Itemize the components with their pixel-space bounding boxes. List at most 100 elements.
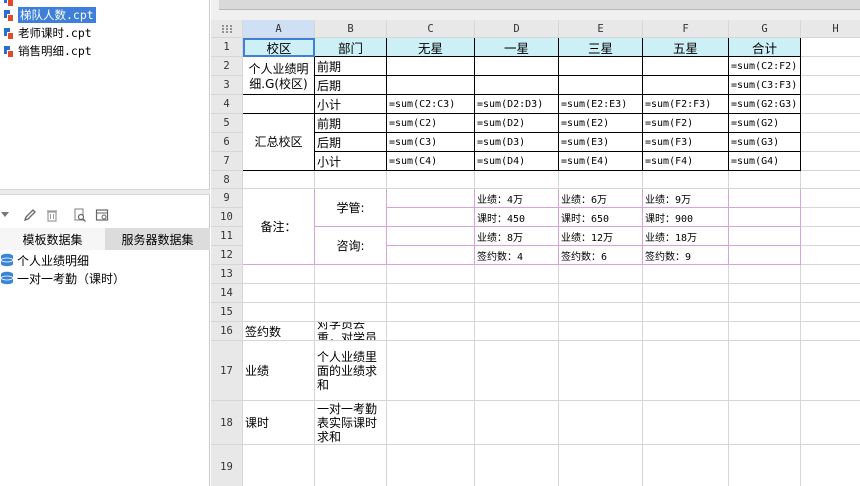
cell-g10[interactable] [729,208,801,227]
cell-h2[interactable] [801,57,860,76]
row-header-4[interactable]: 4 [211,95,243,114]
cell-f12[interactable]: 签约数：9 [643,246,729,265]
preview-search-icon[interactable] [72,207,88,223]
cell-h15[interactable] [801,303,860,322]
column-header-f[interactable]: F [643,20,729,38]
cell-b8[interactable] [315,171,387,189]
column-header-h[interactable]: H [801,20,860,38]
cell-b15[interactable] [315,303,387,322]
cell-c18[interactable] [387,401,475,445]
cell-g3[interactable]: =sum(C3:F3) [729,76,801,95]
cell-e16[interactable] [559,322,643,341]
file-item-xiaoshou[interactable]: 销售明细.cpt [4,43,92,59]
dropdown-arrow-icon[interactable] [0,207,10,223]
cell-e15[interactable] [559,303,643,322]
cell-c17[interactable] [387,341,475,401]
cell-c9[interactable] [387,189,475,208]
cell-a16[interactable]: 签约数 [243,322,315,341]
cell-f8[interactable] [643,171,729,189]
cell-b6[interactable]: 后期 [315,133,387,152]
cell-d5[interactable]: =sum(D2) [475,114,559,133]
cell-h11[interactable] [801,227,860,246]
cell-f14[interactable] [643,284,729,303]
cell-c3[interactable] [387,76,475,95]
cell-b16[interactable]: 个人业绩表对学员去重，对学员统计个数 [315,322,387,341]
cell-f2[interactable] [643,57,729,76]
cell-d17[interactable] [475,341,559,401]
row-header-17[interactable]: 17 [211,341,243,401]
cell-g13[interactable] [729,265,801,284]
cell-h12[interactable] [801,246,860,265]
cell-b19[interactable] [315,445,387,486]
cell-d15[interactable] [475,303,559,322]
cell-d10[interactable]: 课时：450 [475,208,559,227]
cell-a8[interactable] [243,171,315,189]
cell-d6[interactable]: =sum(D3) [475,133,559,152]
cell-d19[interactable] [475,445,559,486]
row-header-19[interactable]: 19 [211,445,243,486]
row-header-7[interactable]: 7 [211,152,243,171]
cell-f3[interactable] [643,76,729,95]
cell-c16[interactable] [387,322,475,341]
cell-h13[interactable] [801,265,860,284]
cell-d16[interactable] [475,322,559,341]
column-header-e[interactable]: E [559,20,643,38]
cell-b13[interactable] [315,265,387,284]
cell-e6[interactable]: =sum(E3) [559,133,643,152]
cell-e11[interactable]: 业绩：12万 [559,227,643,246]
cell-g18[interactable] [729,401,801,445]
cell-b9[interactable]: 学管: [315,189,387,227]
cell-f19[interactable] [643,445,729,486]
cell-g16[interactable] [729,322,801,341]
cell-c12[interactable] [387,246,475,265]
cell-d1[interactable]: 一星 [475,38,559,57]
cell-f15[interactable] [643,303,729,322]
row-header-13[interactable]: 13 [211,265,243,284]
cell-b4[interactable]: 小计 [315,95,387,114]
cell-f18[interactable] [643,401,729,445]
cell-g4[interactable]: =sum(G2:G3) [729,95,801,114]
cell-d4[interactable]: =sum(D2:D3) [475,95,559,114]
cell-a19[interactable] [243,445,315,486]
cell-c2[interactable] [387,57,475,76]
cell-c4[interactable]: =sum(C2:C3) [387,95,475,114]
cell-g6[interactable]: =sum(G3) [729,133,801,152]
cell-e13[interactable] [559,265,643,284]
cell-d2[interactable] [475,57,559,76]
cell-c7[interactable]: =sum(C4) [387,152,475,171]
row-header-15[interactable]: 15 [211,303,243,322]
row-header-9[interactable]: 9 [211,189,243,208]
cell-b5[interactable]: 前期 [315,114,387,133]
row-header-11[interactable]: 11 [211,227,243,246]
cell-b7[interactable]: 小计 [315,152,387,171]
cell-a13[interactable] [243,265,315,284]
cell-c15[interactable] [387,303,475,322]
cell-f11[interactable]: 业绩：18万 [643,227,729,246]
cell-e19[interactable] [559,445,643,486]
row-header-10[interactable]: 10 [211,208,243,227]
cell-e17[interactable] [559,341,643,401]
row-header-2[interactable]: 2 [211,57,243,76]
cell-a14[interactable] [243,284,315,303]
delete-trash-icon[interactable] [44,207,60,223]
cell-h8[interactable] [801,171,860,189]
cell-f4[interactable]: =sum(F2:F3) [643,95,729,114]
cell-g11[interactable] [729,227,801,246]
cell-b2[interactable]: 前期 [315,57,387,76]
cell-b14[interactable] [315,284,387,303]
cell-e18[interactable] [559,401,643,445]
tab-template-datasets[interactable]: 模板数据集 [0,228,105,250]
cell-h6[interactable] [801,133,860,152]
cell-d3[interactable] [475,76,559,95]
cell-f10[interactable]: 课时：900 [643,208,729,227]
row-header-1[interactable]: 1 [211,38,243,57]
cell-c6[interactable]: =sum(C3) [387,133,475,152]
cell-g8[interactable] [729,171,801,189]
cell-g19[interactable] [729,445,801,486]
cell-c11[interactable] [387,227,475,246]
dataset-settings-icon[interactable] [94,207,110,223]
cell-e3[interactable] [559,76,643,95]
cell-a17[interactable]: 业绩 [243,341,315,401]
cell-h14[interactable] [801,284,860,303]
cell-g1[interactable]: 合计 [729,38,801,57]
